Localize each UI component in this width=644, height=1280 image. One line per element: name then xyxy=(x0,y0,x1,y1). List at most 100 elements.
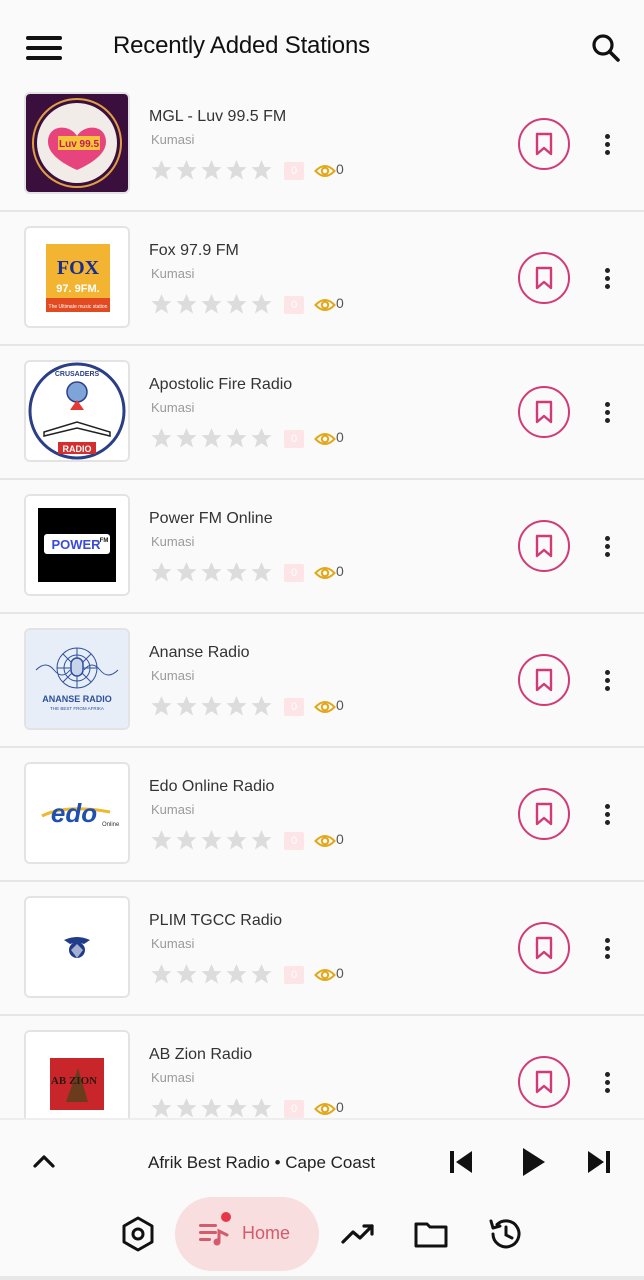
station-name[interactable]: Ananse Radio xyxy=(149,644,250,662)
star-icon[interactable] xyxy=(224,158,249,182)
star-icon[interactable] xyxy=(174,828,199,852)
star-icon[interactable] xyxy=(174,560,199,584)
more-vert-icon[interactable] xyxy=(598,800,618,830)
search-icon[interactable] xyxy=(588,30,624,66)
star-icon[interactable] xyxy=(199,560,224,584)
station-row[interactable]: CRUSADERS RADIO Apostolic Fire Radio Kuma… xyxy=(0,346,644,480)
star-icon[interactable] xyxy=(199,1096,224,1118)
bookmark-button[interactable] xyxy=(518,252,570,304)
bookmark-button[interactable] xyxy=(518,520,570,572)
play-icon[interactable] xyxy=(517,1144,549,1180)
station-logo[interactable]: edo Online xyxy=(24,762,130,864)
star-icon[interactable] xyxy=(199,426,224,450)
rating-stars[interactable] xyxy=(149,158,275,182)
more-vert-icon[interactable] xyxy=(598,934,618,964)
nav-home-tab[interactable]: Home xyxy=(175,1197,319,1271)
radio-icon[interactable] xyxy=(118,1214,158,1254)
station-logo[interactable]: CRUSADERS RADIO xyxy=(24,360,130,462)
folder-icon[interactable] xyxy=(411,1214,451,1254)
station-name[interactable]: Apostolic Fire Radio xyxy=(149,376,292,394)
star-icon[interactable] xyxy=(224,694,249,718)
star-icon[interactable] xyxy=(174,694,199,718)
star-icon[interactable] xyxy=(224,828,249,852)
station-logo[interactable]: FOX 97. 9FM. The Ultimate music station xyxy=(24,226,130,328)
star-icon[interactable] xyxy=(149,828,174,852)
skip-previous-icon[interactable] xyxy=(446,1146,476,1178)
star-icon[interactable] xyxy=(224,560,249,584)
station-logo[interactable]: POWER FM xyxy=(24,494,130,596)
rating-stars[interactable] xyxy=(149,694,275,718)
more-vert-icon[interactable] xyxy=(598,666,618,696)
more-vert-icon[interactable] xyxy=(598,264,618,294)
star-icon[interactable] xyxy=(149,694,174,718)
station-name[interactable]: Edo Online Radio xyxy=(149,778,274,796)
star-icon[interactable] xyxy=(174,426,199,450)
station-logo[interactable]: ANANSE RADIO THE BEST FROM AFRIKA xyxy=(24,628,130,730)
star-icon[interactable] xyxy=(174,292,199,316)
bookmark-button[interactable] xyxy=(518,788,570,840)
bookmark-button[interactable] xyxy=(518,1056,570,1108)
chevron-up-icon[interactable] xyxy=(30,1148,58,1176)
bookmark-button[interactable] xyxy=(518,118,570,170)
bookmark-button[interactable] xyxy=(518,386,570,438)
station-logo[interactable]: Luv 99.5 xyxy=(24,92,130,194)
station-list[interactable]: Luv 99.5 MGL - Luv 99.5 FM Kumasi 0 0 FO… xyxy=(0,78,644,1118)
rating-stars[interactable] xyxy=(149,962,275,986)
star-icon[interactable] xyxy=(249,1096,274,1118)
station-row[interactable]: POWER FM Power FM Online Kumasi 0 0 xyxy=(0,480,644,614)
more-vert-icon[interactable] xyxy=(598,130,618,160)
rating-stars[interactable] xyxy=(149,292,275,316)
rating-stars[interactable] xyxy=(149,1096,275,1118)
station-row[interactable]: edo Online Edo Online Radio Kumasi 0 0 xyxy=(0,748,644,882)
station-row[interactable]: Luv 99.5 MGL - Luv 99.5 FM Kumasi 0 0 xyxy=(0,78,644,212)
star-icon[interactable] xyxy=(149,1096,174,1118)
star-icon[interactable] xyxy=(149,962,174,986)
star-icon[interactable] xyxy=(199,158,224,182)
station-logo[interactable] xyxy=(24,896,130,998)
more-vert-icon[interactable] xyxy=(598,532,618,562)
more-vert-icon[interactable] xyxy=(598,1068,618,1098)
star-icon[interactable] xyxy=(224,1096,249,1118)
star-icon[interactable] xyxy=(149,158,174,182)
rating-stars[interactable] xyxy=(149,426,275,450)
star-icon[interactable] xyxy=(149,292,174,316)
star-icon[interactable] xyxy=(199,292,224,316)
skip-next-icon[interactable] xyxy=(584,1146,614,1178)
station-logo[interactable]: AB ZION xyxy=(24,1030,130,1118)
star-icon[interactable] xyxy=(249,962,274,986)
star-icon[interactable] xyxy=(249,828,274,852)
star-icon[interactable] xyxy=(249,292,274,316)
star-icon[interactable] xyxy=(249,158,274,182)
station-name[interactable]: AB Zion Radio xyxy=(149,1046,252,1064)
now-playing-text[interactable]: Afrik Best Radio • Cape Coast xyxy=(148,1153,375,1173)
star-icon[interactable] xyxy=(224,426,249,450)
star-icon[interactable] xyxy=(174,962,199,986)
star-icon[interactable] xyxy=(174,1096,199,1118)
star-icon[interactable] xyxy=(224,962,249,986)
star-icon[interactable] xyxy=(249,694,274,718)
station-row[interactable]: PLIM TGCC Radio Kumasi 0 0 xyxy=(0,882,644,1016)
star-icon[interactable] xyxy=(249,426,274,450)
station-name[interactable]: MGL - Luv 99.5 FM xyxy=(149,108,286,126)
star-icon[interactable] xyxy=(174,158,199,182)
trending-icon[interactable] xyxy=(338,1214,378,1254)
station-name[interactable]: Power FM Online xyxy=(149,510,273,528)
star-icon[interactable] xyxy=(149,426,174,450)
star-icon[interactable] xyxy=(149,560,174,584)
station-row[interactable]: AB ZION AB Zion Radio Kumasi 0 0 xyxy=(0,1016,644,1118)
star-icon[interactable] xyxy=(224,292,249,316)
star-icon[interactable] xyxy=(199,694,224,718)
mini-player[interactable]: Afrik Best Radio • Cape Coast xyxy=(0,1118,644,1202)
station-row[interactable]: ANANSE RADIO THE BEST FROM AFRIKA Ananse … xyxy=(0,614,644,748)
history-icon[interactable] xyxy=(485,1214,525,1254)
hamburger-menu-icon[interactable] xyxy=(24,34,64,64)
station-row[interactable]: FOX 97. 9FM. The Ultimate music station Fo… xyxy=(0,212,644,346)
station-name[interactable]: PLIM TGCC Radio xyxy=(149,912,282,930)
star-icon[interactable] xyxy=(199,962,224,986)
star-icon[interactable] xyxy=(249,560,274,584)
more-vert-icon[interactable] xyxy=(598,398,618,428)
star-icon[interactable] xyxy=(199,828,224,852)
station-name[interactable]: Fox 97.9 FM xyxy=(149,242,239,260)
bookmark-button[interactable] xyxy=(518,922,570,974)
bookmark-button[interactable] xyxy=(518,654,570,706)
